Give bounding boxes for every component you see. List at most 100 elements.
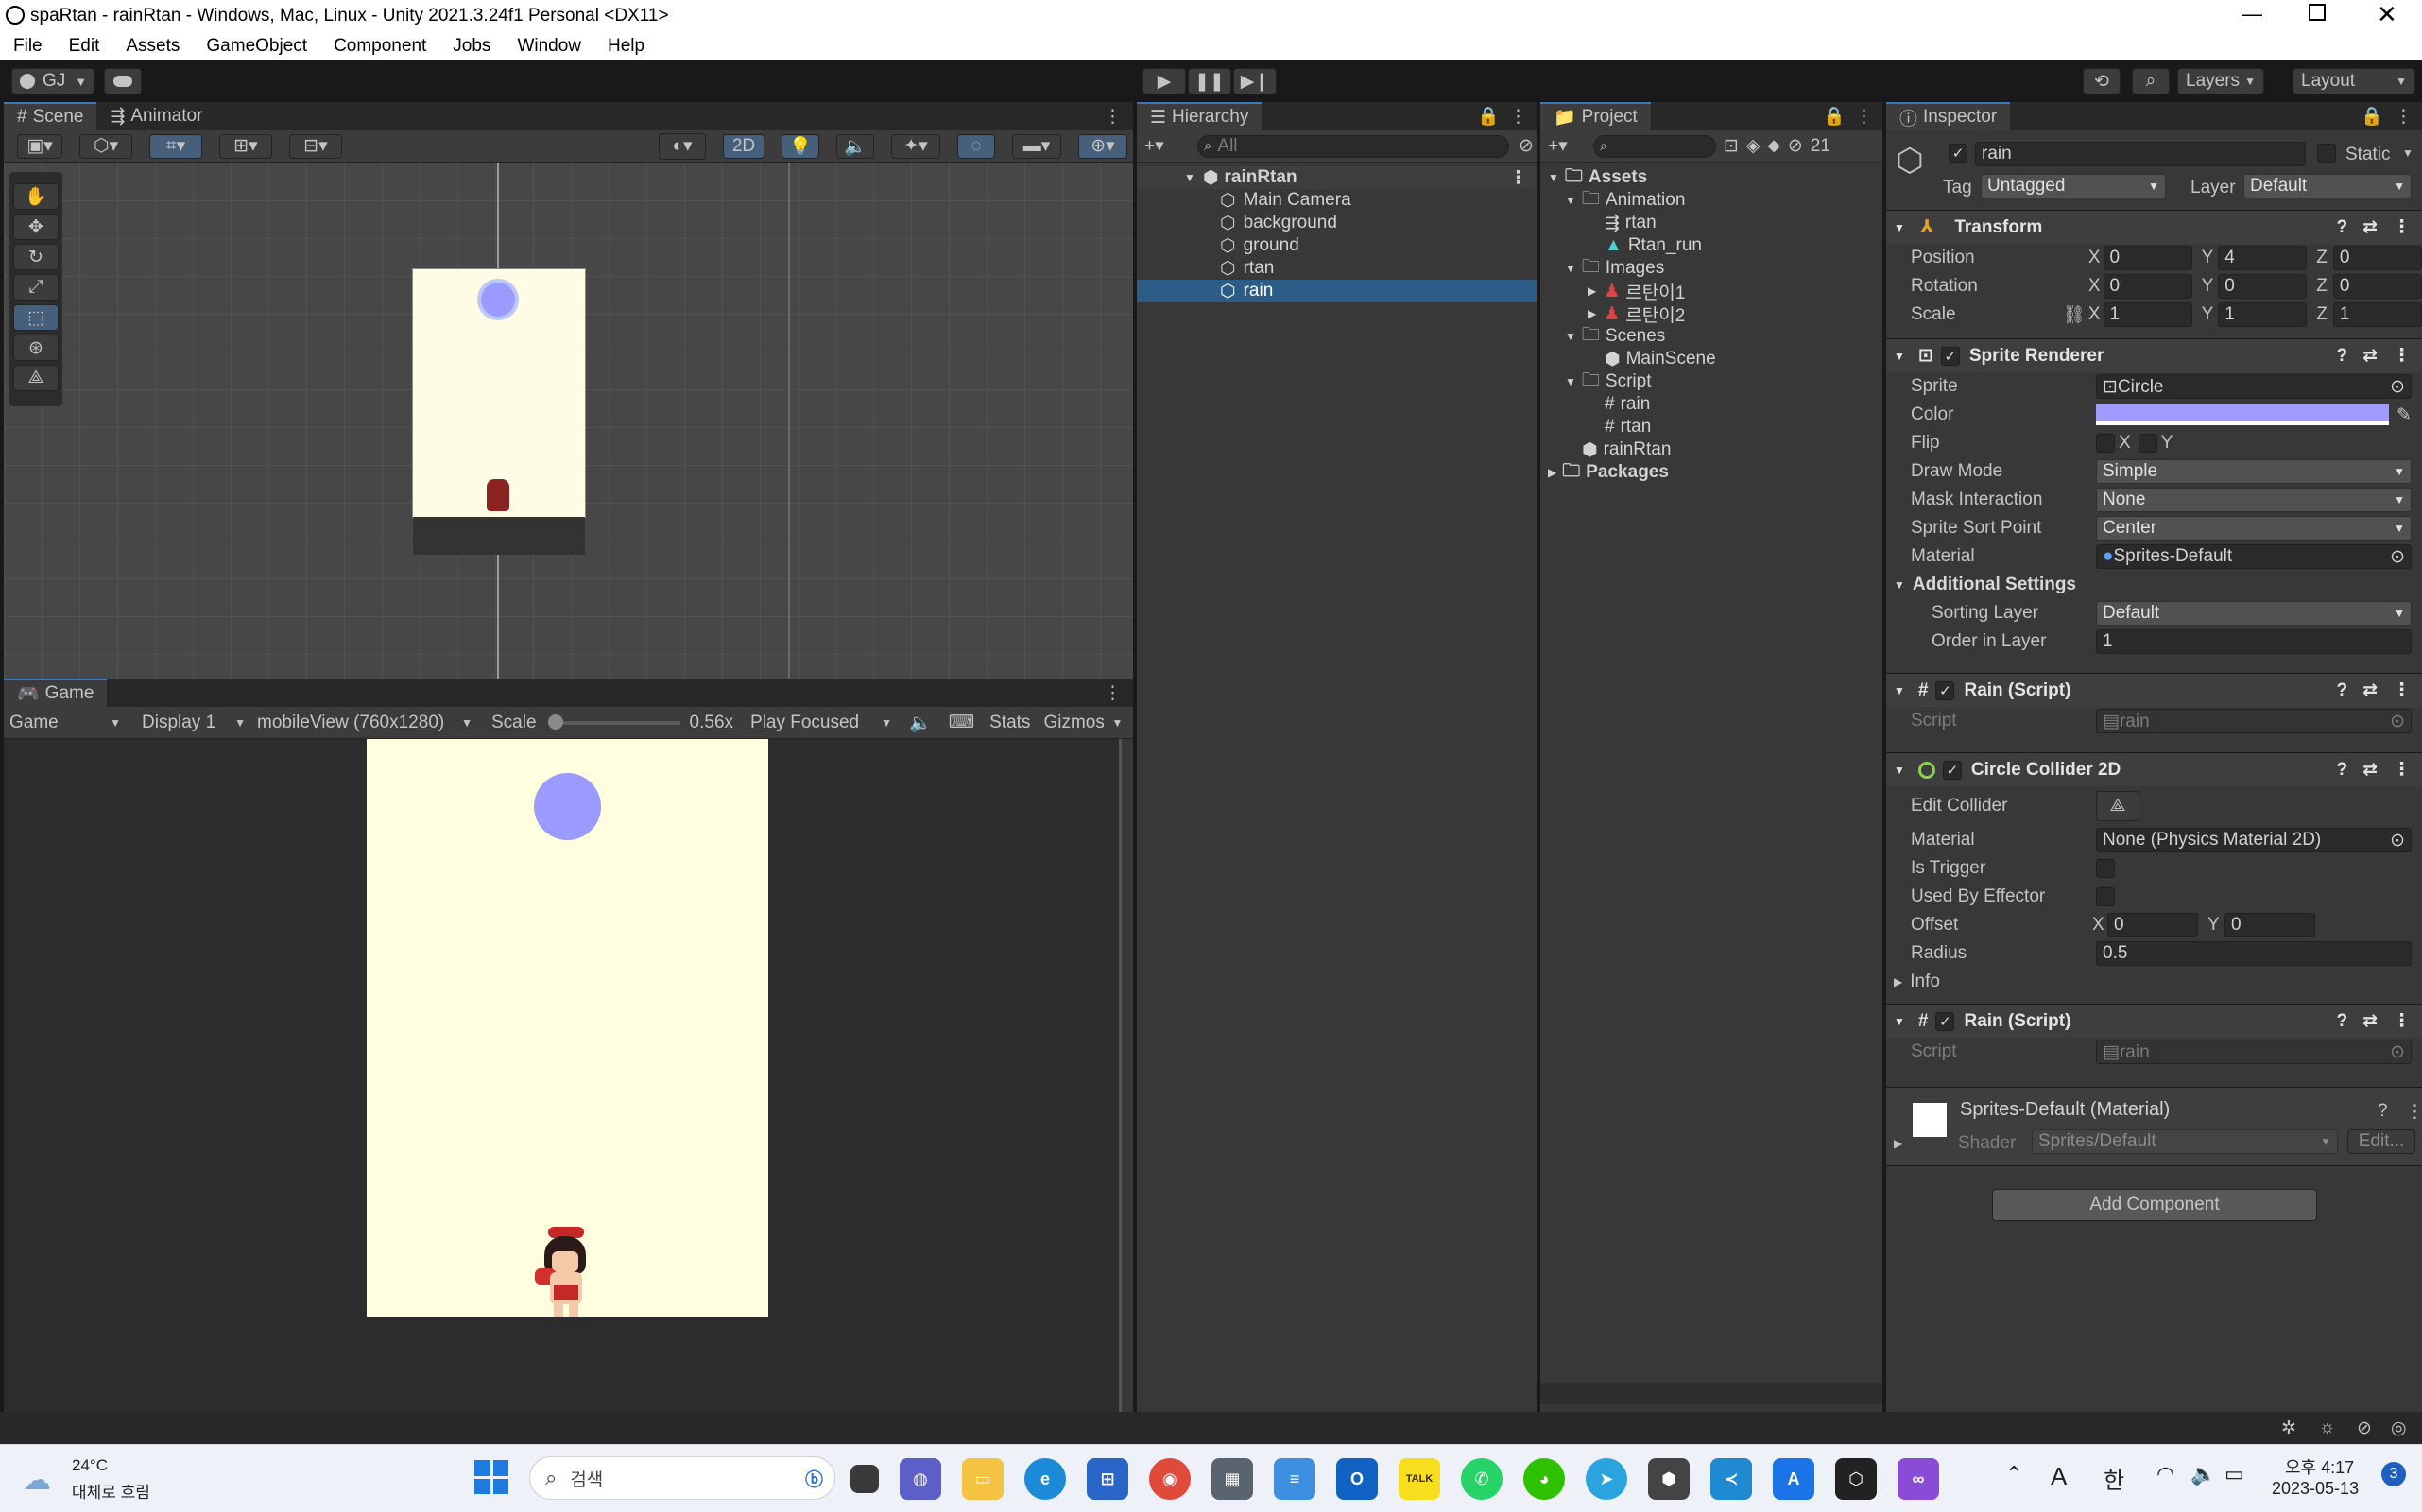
foldout-arrow-icon[interactable]: ▶: [1894, 1137, 1902, 1150]
search-by-label-icon[interactable]: ◈: [1746, 135, 1761, 157]
edit-collider-button[interactable]: ⟁: [2096, 791, 2139, 821]
game-viewport[interactable]: [4, 739, 1122, 1412]
offset-y-input[interactable]: 0: [2224, 913, 2315, 937]
scale-x-input[interactable]: 1: [2103, 302, 2192, 327]
taskbar-search-box[interactable]: ⌕ 검색 ⓑ: [529, 1456, 835, 1500]
rotate-tool-icon[interactable]: ↻: [13, 244, 59, 270]
search-button[interactable]: ⌕: [2132, 68, 2170, 94]
scene-rain-circle[interactable]: [481, 283, 515, 317]
add-component-button[interactable]: Add Component: [1992, 1189, 2317, 1221]
help-icon[interactable]: ?: [2336, 346, 2347, 367]
more-menu-icon[interactable]: ⋮: [1509, 106, 1527, 128]
sprite-renderer-enabled-checkbox[interactable]: ✓: [1940, 346, 1960, 366]
tab-project[interactable]: 📁 Project: [1540, 102, 1651, 130]
scene-rtan-sprite[interactable]: [487, 479, 509, 511]
gizmos-dropdown[interactable]: Gizmos ▼: [1043, 713, 1128, 733]
audio-button[interactable]: 🔈: [836, 133, 874, 159]
hierarchy-item-background[interactable]: ⬡ background: [1137, 212, 1537, 234]
telegram-icon[interactable]: ➤: [1586, 1458, 1627, 1500]
mode-2d-button[interactable]: 2D: [723, 133, 764, 159]
tag-dropdown[interactable]: Untagged ▼: [1981, 174, 2166, 198]
preset-icon[interactable]: ⇄: [2362, 1010, 2378, 1032]
gizmos-dropdown[interactable]: ⊕▾: [1078, 133, 1127, 159]
active-checkbox[interactable]: ✓: [1949, 144, 1967, 163]
foldout-arrow-icon[interactable]: ▼: [1894, 350, 1905, 363]
offset-x-input[interactable]: 0: [2107, 913, 2198, 937]
mute-audio-icon[interactable]: 🔈: [909, 712, 932, 734]
sort-point-dropdown[interactable]: Center ▼: [2096, 516, 2412, 541]
position-z-input[interactable]: 0: [2332, 246, 2422, 270]
chrome-icon[interactable]: ◉: [1149, 1458, 1191, 1500]
more-menu-icon[interactable]: ⋮: [2393, 345, 2411, 367]
hidden-packages-icon[interactable]: ⊘: [1788, 135, 1803, 157]
project-scrollbar[interactable]: [1540, 1383, 1882, 1404]
menu-window[interactable]: Window: [517, 36, 581, 57]
chat-icon[interactable]: ◍: [900, 1458, 941, 1500]
foldout-arrow-icon[interactable]: ▼: [1894, 684, 1905, 697]
rain-script-enabled-checkbox[interactable]: ✓: [1935, 680, 1955, 700]
menu-assets[interactable]: Assets: [126, 36, 180, 57]
order-in-layer-input[interactable]: 1: [2096, 629, 2412, 654]
used-by-effector-checkbox[interactable]: [2096, 887, 2115, 906]
notepad-icon[interactable]: ≡: [1274, 1458, 1315, 1500]
rain-script-header-2[interactable]: ▼ # ✓ Rain (Script) ? ⇄ ⋮: [1886, 1004, 2422, 1038]
cache-server-icon[interactable]: ⊘: [2357, 1418, 2372, 1439]
constrain-proportions-icon[interactable]: ⛓: [2062, 303, 2087, 326]
notification-badge[interactable]: 3: [2381, 1462, 2406, 1486]
layer-dropdown[interactable]: Default ▼: [2243, 174, 2412, 198]
project-search-input[interactable]: ⌕: [1593, 134, 1716, 158]
circle-collider-header[interactable]: ▼ ✓ Circle Collider 2D ? ⇄ ⋮: [1886, 752, 2422, 786]
custom-tool-icon[interactable]: ⟁: [13, 365, 59, 391]
hand-tool-icon[interactable]: ✋: [13, 183, 59, 210]
menu-gameobject[interactable]: GameObject: [206, 36, 307, 57]
edit-shader-button[interactable]: Edit...: [2347, 1129, 2415, 1154]
sprite-renderer-header[interactable]: ▼ ⊡ ✓ Sprite Renderer ? ⇄ ⋮: [1886, 338, 2422, 372]
stats-button[interactable]: Stats: [989, 713, 1030, 733]
rain-script-2-enabled-checkbox[interactable]: ✓: [1935, 1011, 1955, 1031]
lighting-bake-icon[interactable]: ☼: [2319, 1418, 2335, 1438]
hierarchy-item-rain[interactable]: ⬡ rain: [1137, 280, 1537, 302]
lock-icon[interactable]: 🔒: [2361, 105, 2383, 128]
hierarchy-root[interactable]: ▼ ⬢ rainRtan ⋮: [1137, 166, 1537, 189]
help-icon[interactable]: ?: [2336, 680, 2347, 701]
expand-arrow-icon[interactable]: ▶: [1548, 466, 1556, 479]
menu-help[interactable]: Help: [608, 36, 644, 57]
task-view-icon[interactable]: [850, 1465, 879, 1493]
unity-hub-icon[interactable]: ⬢: [1648, 1458, 1690, 1500]
rotation-x-input[interactable]: 0: [2103, 274, 2192, 299]
object-picker-icon[interactable]: ⊙: [2390, 830, 2405, 851]
create-dropdown[interactable]: +▾: [1548, 135, 1586, 157]
menu-file[interactable]: File: [13, 36, 43, 57]
game-view-dropdown[interactable]: Game ▼: [4, 713, 127, 733]
help-icon[interactable]: ?: [2336, 217, 2347, 238]
kakaotalk-icon[interactable]: TALK: [1399, 1458, 1440, 1500]
shader-dropdown[interactable]: Sprites/Default ▼: [2032, 1129, 2338, 1154]
help-icon[interactable]: ?: [2336, 760, 2347, 781]
minimize-button[interactable]: —: [2242, 2, 2262, 26]
expand-arrow-icon[interactable]: ▶: [1588, 307, 1596, 320]
play-button[interactable]: ▶: [1142, 68, 1186, 94]
tab-animator[interactable]: ⇶ Animator: [96, 102, 215, 130]
preset-icon[interactable]: ⇄: [2362, 679, 2378, 701]
tab-inspector[interactable]: ⓘ Inspector: [1886, 102, 2011, 130]
app-store-icon[interactable]: A: [1773, 1458, 1814, 1500]
wifi-icon[interactable]: ◠: [2156, 1462, 2174, 1486]
eyedropper-icon[interactable]: ✎: [2396, 404, 2412, 426]
radius-input[interactable]: 0.5: [2096, 941, 2412, 966]
layout-dropdown[interactable]: Layout ▼: [2293, 68, 2415, 94]
hierarchy-item-rtan[interactable]: ⬡ rtan: [1137, 257, 1537, 280]
object-name-input[interactable]: rain: [1975, 142, 2306, 166]
close-button[interactable]: ✕: [2377, 0, 2397, 29]
vscode-icon[interactable]: ≺: [1710, 1458, 1752, 1500]
folder-animation[interactable]: ▼ 🗀 Animation: [1540, 189, 1882, 212]
lock-icon[interactable]: 🔒: [1823, 105, 1846, 128]
flip-y-checkbox[interactable]: [2138, 434, 2157, 453]
hierarchy-item-main-camera[interactable]: ⬡ Main Camera: [1137, 189, 1537, 212]
calculator-icon[interactable]: ▦: [1211, 1458, 1253, 1500]
show-hidden-icons[interactable]: ⌃: [2005, 1462, 2022, 1486]
folder-scenes[interactable]: ▼ 🗀 Scenes: [1540, 325, 1882, 348]
sorting-layer-dropdown[interactable]: Default ▼: [2096, 601, 2412, 626]
flip-x-checkbox[interactable]: [2096, 434, 2115, 453]
weather-cloud-icon[interactable]: ☁: [23, 1464, 51, 1497]
help-icon[interactable]: ?: [2378, 1101, 2388, 1122]
